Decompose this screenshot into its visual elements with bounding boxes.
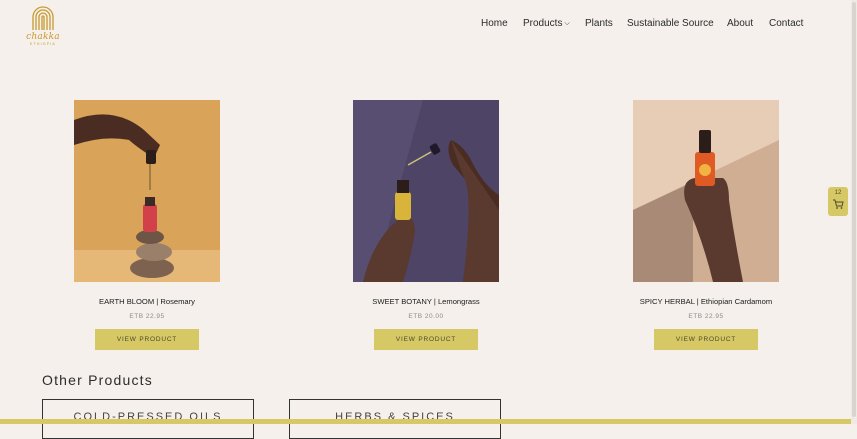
nav-sustainable-source[interactable]: Sustainable Source xyxy=(627,18,714,29)
product-price: ETB 22.95 xyxy=(129,313,165,320)
product-name: SPICY HERBAL | Ethiopian Cardamom xyxy=(639,297,773,306)
nav-plants-label: Plants xyxy=(585,18,613,29)
logo-wordmark: chakka xyxy=(26,32,60,42)
product-card: SWEET BOTANY | Lemongrass ETB 20.00 VIEW… xyxy=(353,100,499,350)
product-image[interactable] xyxy=(74,100,220,282)
nav-home[interactable]: Home xyxy=(481,18,508,29)
logo-icon xyxy=(32,6,54,30)
scrollbar-thumb[interactable] xyxy=(852,2,856,417)
nav-about-label: About xyxy=(727,18,754,29)
product-image[interactable] xyxy=(353,100,499,282)
view-product-button[interactable]: VIEW PRODUCT xyxy=(95,329,199,350)
nav-products-label: Products xyxy=(523,18,563,29)
logo-tagline: ETHIOPIA xyxy=(30,42,56,46)
cardamom-bottle-photo xyxy=(633,100,779,282)
product-price: ETB 20.00 xyxy=(408,313,444,320)
view-product-button[interactable]: VIEW PRODUCT xyxy=(654,329,758,350)
product-name: EARTH BLOOM | Rosemary xyxy=(99,297,195,306)
nav-contact[interactable]: Contact xyxy=(769,18,803,29)
nav-products[interactable]: Products ⌵ xyxy=(523,18,570,29)
product-name: SWEET BOTANY | Lemongrass xyxy=(372,297,480,306)
page-scrollbar[interactable] xyxy=(851,0,857,424)
product-card: SPICY HERBAL | Ethiopian Cardamom ETB 22… xyxy=(633,100,779,350)
nav-contact-label: Contact xyxy=(769,18,804,29)
product-image[interactable] xyxy=(633,100,779,282)
section-title: Other Products xyxy=(42,372,153,388)
cart-count: 12 xyxy=(834,190,842,196)
brand-logo[interactable]: chakka ETHIOPIA xyxy=(24,3,62,47)
nav-home-label: Home xyxy=(481,18,508,29)
nav-about[interactable]: About xyxy=(727,18,753,29)
nav-sustainable-source-label: Sustainable Source xyxy=(627,18,714,29)
product-price: ETB 22.95 xyxy=(688,313,724,320)
chevron-down-icon: ⌵ xyxy=(564,20,570,27)
cart-button[interactable]: 12 xyxy=(828,187,848,216)
nav-plants[interactable]: Plants xyxy=(585,18,613,29)
view-product-button[interactable]: VIEW PRODUCT xyxy=(374,329,478,350)
rosemary-bottle-photo xyxy=(74,100,220,282)
cart-icon xyxy=(833,199,844,209)
lemongrass-bottle-photo xyxy=(353,100,499,282)
footer-accent-bar xyxy=(0,419,851,424)
product-card: EARTH BLOOM | Rosemary ETB 22.95 VIEW PR… xyxy=(74,100,220,350)
